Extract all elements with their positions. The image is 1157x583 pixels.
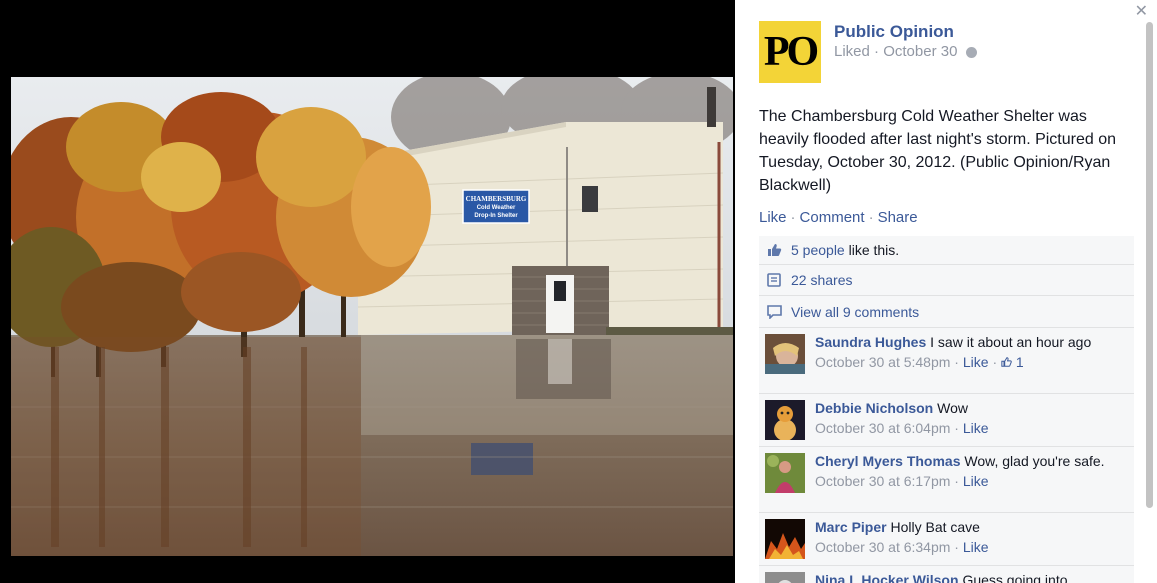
comment-author[interactable]: Saundra Hughes xyxy=(815,334,926,350)
comment-text: I saw it about an hour ago xyxy=(930,334,1092,350)
comment-author[interactable]: Cheryl Myers Thomas xyxy=(815,453,961,469)
comment-like-link[interactable]: Like xyxy=(963,354,989,370)
comment-author[interactable]: Marc Piper xyxy=(815,519,887,535)
comment-author[interactable]: Debbie Nicholson xyxy=(815,400,933,416)
commenter-avatar[interactable] xyxy=(765,334,805,374)
likes-summary-row: 5 people like this. xyxy=(759,236,1134,265)
post-date[interactable]: October 30 xyxy=(883,43,957,60)
commenter-avatar[interactable] xyxy=(765,572,805,583)
comment-bubble-icon xyxy=(767,304,783,319)
comment-text: Wow xyxy=(937,400,968,416)
comment-item: Saundra Hughes I saw it about an hour ag… xyxy=(759,328,1134,394)
post-actions: Like · Comment · Share xyxy=(759,209,918,226)
post-caption: The Chambersburg Cold Weather Shelter wa… xyxy=(759,108,1117,194)
sign-line-3: Drop-In Shelter xyxy=(474,213,518,219)
photo-viewer: CHAMBERSBURG Cold Weather Drop-In Shelte… xyxy=(0,0,735,583)
shares-icon xyxy=(767,273,783,287)
shares-row: 22 shares xyxy=(759,265,1134,296)
comment-meta: October 30 at 6:04pm · Like xyxy=(815,420,989,436)
comment-like-link[interactable]: Like xyxy=(963,539,989,555)
shares-link[interactable]: 22 shares xyxy=(791,272,852,288)
comment-text: Wow, glad you're safe. xyxy=(964,453,1105,469)
flooded-shelter-photo: CHAMBERSBURG Cold Weather Drop-In Shelte… xyxy=(11,77,733,556)
commenter-avatar[interactable] xyxy=(765,519,805,559)
comment-item: Nina L Hocker Wilson Guess going into xyxy=(759,566,1134,583)
thumbs-up-icon xyxy=(1001,357,1012,367)
comment-author[interactable]: Nina L Hocker Wilson xyxy=(815,572,959,583)
post-meta: Liked · October 30 xyxy=(834,43,977,60)
page-logo-text: PO xyxy=(763,29,819,75)
comment-text: Guess going into xyxy=(962,572,1068,583)
comment-item: Debbie Nicholson Wow October 30 at 6:04p… xyxy=(759,394,1134,447)
comment-link[interactable]: Comment xyxy=(800,209,865,226)
comment-meta: October 30 at 6:34pm · Like xyxy=(815,539,989,555)
comment-item: Marc Piper Holly Bat cave October 30 at … xyxy=(759,513,1134,566)
comment-likes-count[interactable]: 1 xyxy=(1001,354,1024,370)
likes-text: like this. xyxy=(844,242,900,258)
scrollbar[interactable] xyxy=(1146,22,1153,508)
commenter-avatar[interactable] xyxy=(765,400,805,441)
post-side-panel: ✕ PO Public Opinion Liked · October 30 T… xyxy=(735,0,1157,583)
comment-time[interactable]: October 30 at 6:04pm xyxy=(815,420,950,436)
comment-item: Cheryl Myers Thomas Wow, glad you're saf… xyxy=(759,447,1134,513)
sign-line-1: CHAMBERSBURG xyxy=(466,195,527,203)
comment-like-link[interactable]: Like xyxy=(963,473,989,489)
like-link[interactable]: Like xyxy=(759,209,787,226)
comment-time[interactable]: October 30 at 5:48pm xyxy=(815,354,950,370)
view-all-comments-link[interactable]: View all 9 comments xyxy=(791,304,919,320)
close-icon[interactable]: ✕ xyxy=(1135,4,1148,20)
liked-status[interactable]: Liked xyxy=(834,43,870,60)
page-name-link[interactable]: Public Opinion xyxy=(834,22,954,42)
share-link[interactable]: Share xyxy=(878,209,918,226)
post-photo[interactable]: CHAMBERSBURG Cold Weather Drop-In Shelte… xyxy=(11,77,733,556)
comment-meta: October 30 at 5:48pm · Like · 1 xyxy=(815,354,1024,370)
likes-people-link[interactable]: 5 people xyxy=(791,242,845,258)
thumbs-up-icon xyxy=(767,243,783,257)
view-comments-row: View all 9 comments xyxy=(759,296,1134,328)
feedback-section: 5 people like this. 22 shares View all 9… xyxy=(759,236,1134,583)
comment-meta: October 30 at 6:17pm · Like xyxy=(815,473,989,489)
comment-text: Holly Bat cave xyxy=(890,519,980,535)
globe-icon xyxy=(965,46,977,58)
sign-line-2: Cold Weather xyxy=(477,205,516,211)
commenter-avatar[interactable] xyxy=(765,453,805,493)
comment-like-link[interactable]: Like xyxy=(963,420,989,436)
comment-time[interactable]: October 30 at 6:17pm xyxy=(815,473,950,489)
comment-time[interactable]: October 30 at 6:34pm xyxy=(815,539,950,555)
page-avatar[interactable]: PO xyxy=(759,21,821,83)
